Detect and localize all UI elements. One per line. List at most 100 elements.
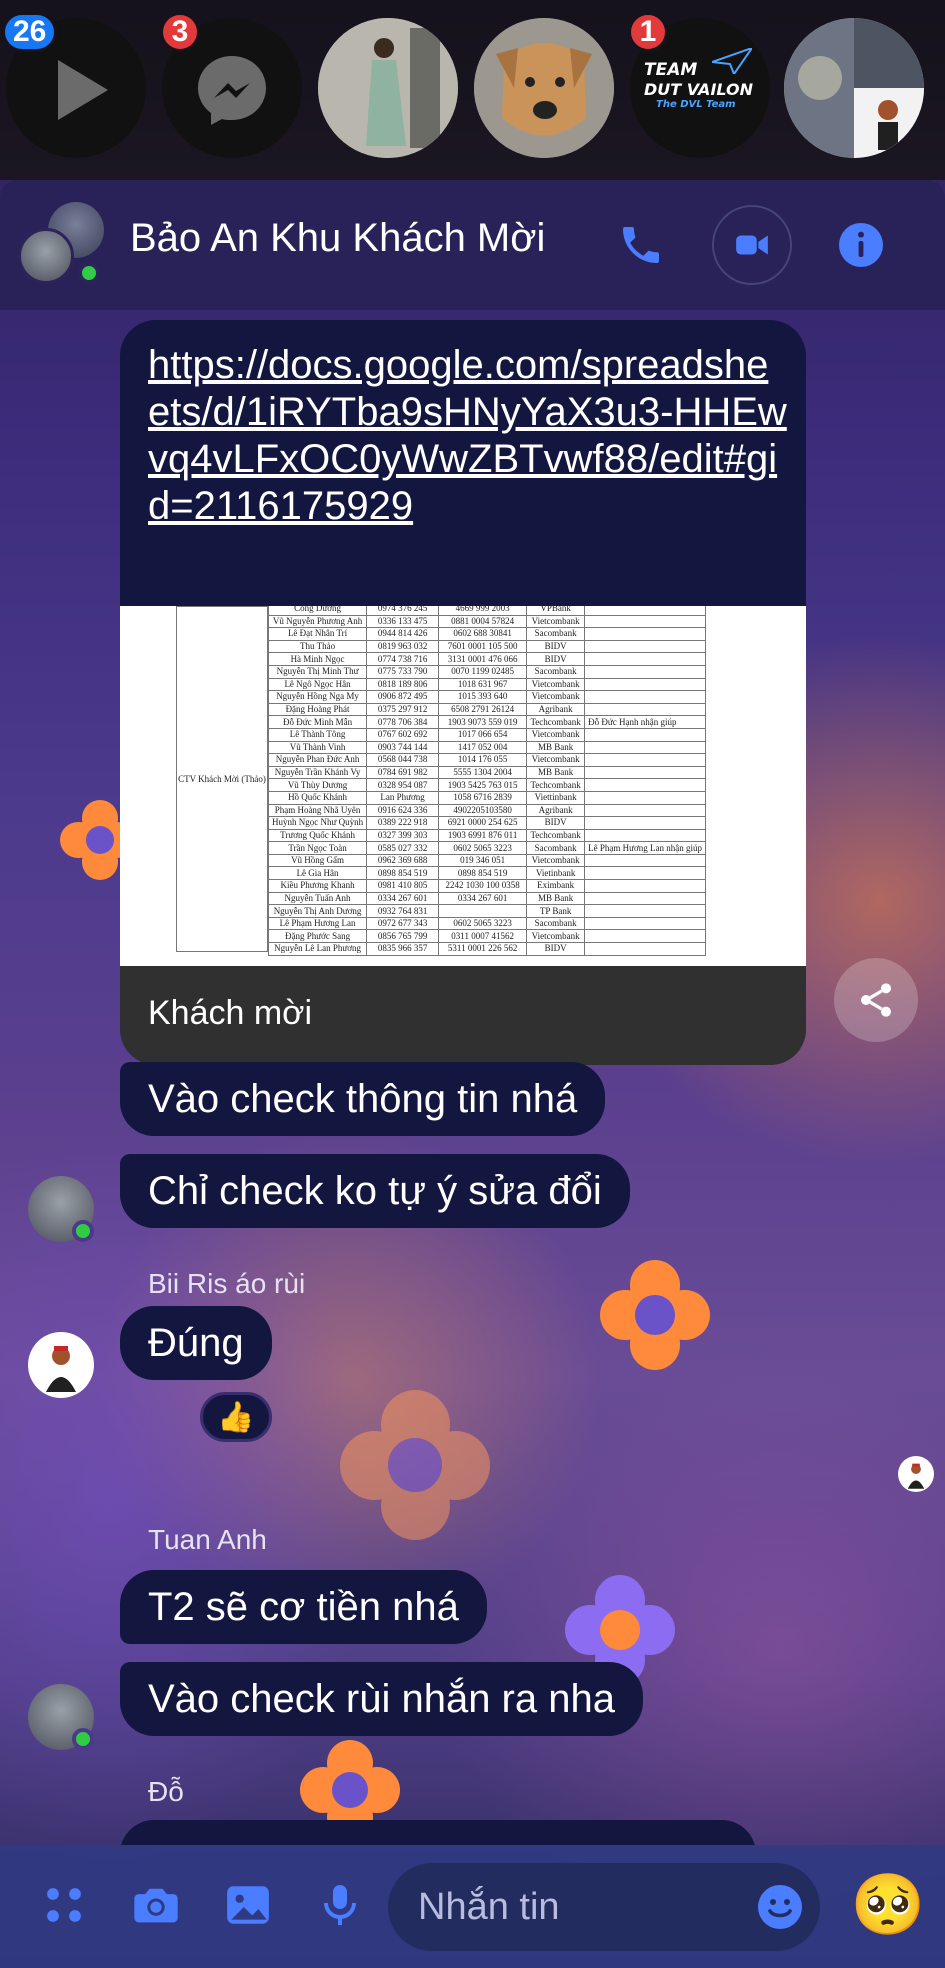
sheet-cell: 0944 814 426 (366, 627, 440, 641)
sheet-cell: Sacombank (526, 916, 586, 931)
sheet-cell: Lê Gia Hân (267, 866, 368, 881)
team-logo-line3: The DVL Team (656, 99, 736, 110)
sheet-cell (584, 727, 706, 742)
message-list[interactable]: https://docs.google.com/spreadsheets/d/1… (0, 310, 945, 1845)
sheet-cell: 1903 9073 559 019 (438, 715, 528, 729)
chat-head-contact-dog[interactable] (474, 18, 614, 158)
mic-icon (324, 1885, 356, 1925)
sheet-cell: Vietinbank (526, 866, 586, 881)
sheet-cell: Sacombank (526, 627, 586, 641)
message-reaction[interactable]: 👍 (200, 1392, 272, 1442)
sheet-cell: Đặng Hoàng Phát (267, 702, 368, 717)
unread-badge: 3 (160, 12, 200, 52)
sheet-cell: 1014 176 055 (438, 753, 528, 767)
emoji-icon (758, 1885, 802, 1929)
dog-photo-icon (474, 18, 614, 158)
sheet-cell: 0585 027 332 (366, 841, 440, 855)
sheet-row: Nguyễn Hồng Nga My 0906 872 495 1015 393 6… (267, 690, 706, 704)
sheet-cell: Lê Ngô Ngọc Hân (267, 677, 368, 692)
message-input[interactable] (418, 1863, 718, 1951)
sheet-cell: 1058 6716 2839 (438, 790, 528, 805)
shared-link[interactable]: https://docs.google.com/spreadsheets/d/1… (148, 342, 788, 530)
sheet-cell: 0327 399 303 (366, 828, 440, 843)
sheet-cell: 1015 393 640 (438, 690, 528, 704)
message-bubble[interactable]: Đúng (120, 1306, 272, 1380)
audio-call-button[interactable] (608, 212, 674, 278)
spreadsheet-preview-image[interactable]: CTV Khách Mời (Thảo) Công Dương 0974 376 … (120, 606, 806, 966)
sheet-cell: 0906 872 495 (366, 690, 440, 704)
group-photo-icon (784, 18, 924, 158)
chat-head-group-collage[interactable] (784, 18, 924, 158)
quick-reaction-button[interactable]: 🥺 (848, 1865, 928, 1945)
sheet-cell: 0389 222 918 (366, 816, 440, 830)
sheet-cell: 0981 410 805 (366, 879, 440, 893)
sheet-cell: 0898 854 519 (438, 866, 528, 881)
sheet-row: Hà Minh Ngọc 0774 738 716 3131 0001 476 06… (267, 652, 706, 666)
sender-avatar[interactable] (28, 1332, 94, 1398)
sheet-cell: VPBank (526, 606, 586, 616)
sheet-cell: 0916 624 336 (366, 803, 440, 818)
sheet-row: Công Dương 0974 376 245 4669 999 2003 VPBan… (267, 606, 706, 616)
message-bubble[interactable]: T2 sẽ cơ tiền nhá (120, 1570, 487, 1644)
sheet-cell: 0972 677 343 (366, 916, 440, 931)
online-indicator (72, 1220, 94, 1242)
message-input-wrapper[interactable] (388, 1863, 820, 1951)
sheet-cell (584, 816, 706, 830)
sheet-row: Vũ Thành Vinh 0903 744 144 1417 052 004 MB … (267, 740, 706, 755)
sender-name: Đỗ (148, 1776, 184, 1807)
sheet-cell: Công Dương (267, 606, 368, 616)
sheet-cell: 0602 688 30841 (438, 627, 528, 641)
unread-badge: 1 (628, 12, 668, 52)
emoji-button[interactable] (748, 1875, 812, 1939)
conversation-title[interactable]: Bảo An Khu Khách Mời (130, 216, 545, 261)
apps-icon (47, 1888, 81, 1922)
sheet-cell (584, 828, 706, 843)
sheet-cell (438, 904, 528, 918)
sheet-cell (584, 639, 706, 654)
sheet-cell: 0932 764 831 (366, 904, 440, 918)
info-button[interactable] (828, 212, 894, 278)
sheet-cell: Techcombank (526, 715, 586, 729)
message-bubble[interactable]: Vào check thông tin nhá (120, 1062, 606, 1136)
sheet-cell: MB Bank (526, 765, 586, 780)
sheet-cell: 0784 691 982 (366, 765, 440, 780)
sheet-row: Phạm Hoàng Nhã Uyên 0916 624 336 490220510… (267, 803, 706, 818)
apps-button[interactable] (32, 1873, 96, 1937)
sheet-cell: 0767 602 692 (366, 727, 440, 742)
message-bubble-partial[interactable] (120, 1820, 756, 1845)
gallery-button[interactable] (216, 1873, 280, 1937)
sheet-row: Vũ Thùy Dương 0328 954 087 1903 5425 763 0… (267, 778, 706, 792)
camera-button[interactable] (124, 1873, 188, 1937)
sheet-cell: 7601 0001 105 500 (438, 639, 528, 654)
video-camera-icon (736, 235, 768, 255)
sheet-row: Vũ Nguyễn Phương Anh 0336 133 475 0881 000… (267, 614, 706, 629)
sheet-cell (584, 627, 706, 641)
sheet-cell: 0311 0007 41562 (438, 929, 528, 944)
sheet-row: Nguyễn Thị Anh Dương 0932 764 831 TP Bank (267, 904, 706, 918)
sender-name: Bii Ris áo rùi (148, 1268, 306, 1299)
sheet-row: Trần Ngọc Toàn 0585 027 332 0602 5065 3223… (267, 841, 706, 855)
voice-button[interactable] (308, 1873, 372, 1937)
sheet-cell: BIDV (526, 942, 586, 956)
sheet-cell: Lê Phạm Hương Lan (267, 916, 368, 931)
chat-head-contact-woman[interactable] (318, 18, 458, 158)
sheet-cell: 0856 765 799 (366, 929, 440, 944)
sheet-cell: 0602 5065 3223 (438, 916, 528, 931)
unread-badge: 26 (2, 12, 58, 52)
message-bubble[interactable]: Vào check rùi nhắn ra nha (120, 1662, 643, 1736)
video-call-button[interactable] (712, 205, 792, 285)
sheet-row: Huỳnh Ngọc Như Quỳnh 0389 222 918 6921 000… (267, 816, 706, 830)
sheet-cell: 1018 631 967 (438, 677, 528, 692)
pleading-face-emoji: 🥺 (850, 1871, 926, 1938)
info-icon (839, 223, 883, 267)
sheet-cell: 1417 052 004 (438, 740, 528, 755)
sheet-cell: Kiều Phương Khanh (267, 879, 368, 893)
image-icon (227, 1886, 269, 1924)
share-button[interactable] (834, 958, 918, 1042)
group-avatar[interactable] (18, 202, 104, 288)
sheet-row: Nguyễn Tuấn Anh 0334 267 601 0334 267 601 M… (267, 891, 706, 906)
link-preview-message[interactable]: https://docs.google.com/spreadsheets/d/1… (120, 320, 806, 1065)
person-photo-icon (318, 18, 458, 158)
message-bubble[interactable]: Chỉ check ko tự ý sửa đổi (120, 1154, 630, 1228)
sheet-cell: MB Bank (526, 740, 586, 755)
